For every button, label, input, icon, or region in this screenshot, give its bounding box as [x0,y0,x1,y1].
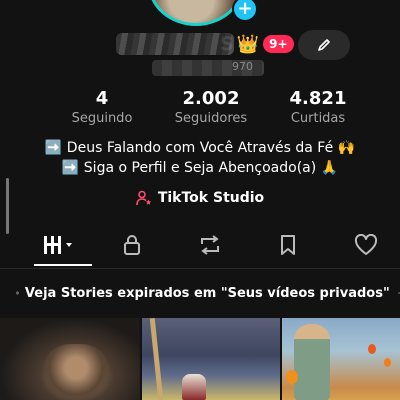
lamp-image [384,358,391,367]
tab-liked[interactable] [342,228,390,262]
stat-value: 4.821 [289,88,347,109]
video-grid [0,318,400,400]
tiktok-studio-link[interactable]: TikTok Studio [0,190,400,206]
username-tail: 970 [232,60,253,73]
avatar[interactable] [148,0,244,26]
tabs-divider [0,268,400,269]
tab-videos[interactable] [36,228,84,262]
stat-likes[interactable]: 4.821 Curtidas [268,88,368,126]
stat-following[interactable]: 4 Seguindo [52,88,152,126]
studio-label: TikTok Studio [157,190,265,206]
active-tab-underline [34,264,92,266]
thumbnail-figure-image [294,324,330,400]
video-thumbnail[interactable] [142,318,280,400]
videos-grid-icon [44,236,72,254]
stat-label: Seguindo [71,111,133,126]
crown-icon: 👑 [236,33,260,55]
video-thumbnail[interactable] [0,318,140,400]
tab-saved[interactable] [264,228,312,262]
boat-mast-image [149,318,164,400]
bookmark-icon [281,235,295,255]
notification-badge[interactable]: 9+ [263,35,294,53]
stat-followers[interactable]: 2.002 Seguidores [161,88,261,126]
banner-text: Veja Stories expirados em "Seus vídeos p… [24,285,390,301]
tab-reposts[interactable] [186,228,234,262]
thumbnail-figure-image [44,344,108,400]
pencil-icon [318,39,330,51]
stat-label: Curtidas [290,111,346,126]
expired-stories-banner[interactable]: Veja Stories expirados em "Seus vídeos p… [0,280,400,306]
tab-private[interactable] [108,228,156,262]
lamp-image [368,344,376,354]
studio-person-icon [136,190,152,206]
add-avatar-plus-icon[interactable]: + [232,0,258,22]
thumbnail-figure-image [182,374,206,400]
lamp-image [286,370,298,384]
stat-value: 2.002 [182,88,240,109]
bio-line: ➡️ Deus Falando com Você Através da Fé 🙌 [44,140,356,156]
lock-icon [124,235,140,255]
scroll-indicator[interactable] [6,178,9,234]
redacted-name [116,33,234,55]
profile-name-row: S 👑 9+ [116,30,294,58]
profile-tabs [0,228,400,268]
stat-value: 4 [95,88,109,109]
add-story-icon [16,291,19,295]
stat-label: Seguidores [174,111,248,126]
video-thumbnail[interactable] [282,318,400,400]
profile-bio: ➡️ Deus Falando com Você Através da Fé 🙌… [0,138,400,178]
bio-line: ➡️ Siga o Perfil e Seja Abençoado(a) 🙏 [61,160,339,176]
edit-profile-button[interactable] [298,30,350,60]
avatar-wrap[interactable]: + [148,0,258,26]
heart-icon [354,234,378,255]
repost-icon [201,235,219,255]
